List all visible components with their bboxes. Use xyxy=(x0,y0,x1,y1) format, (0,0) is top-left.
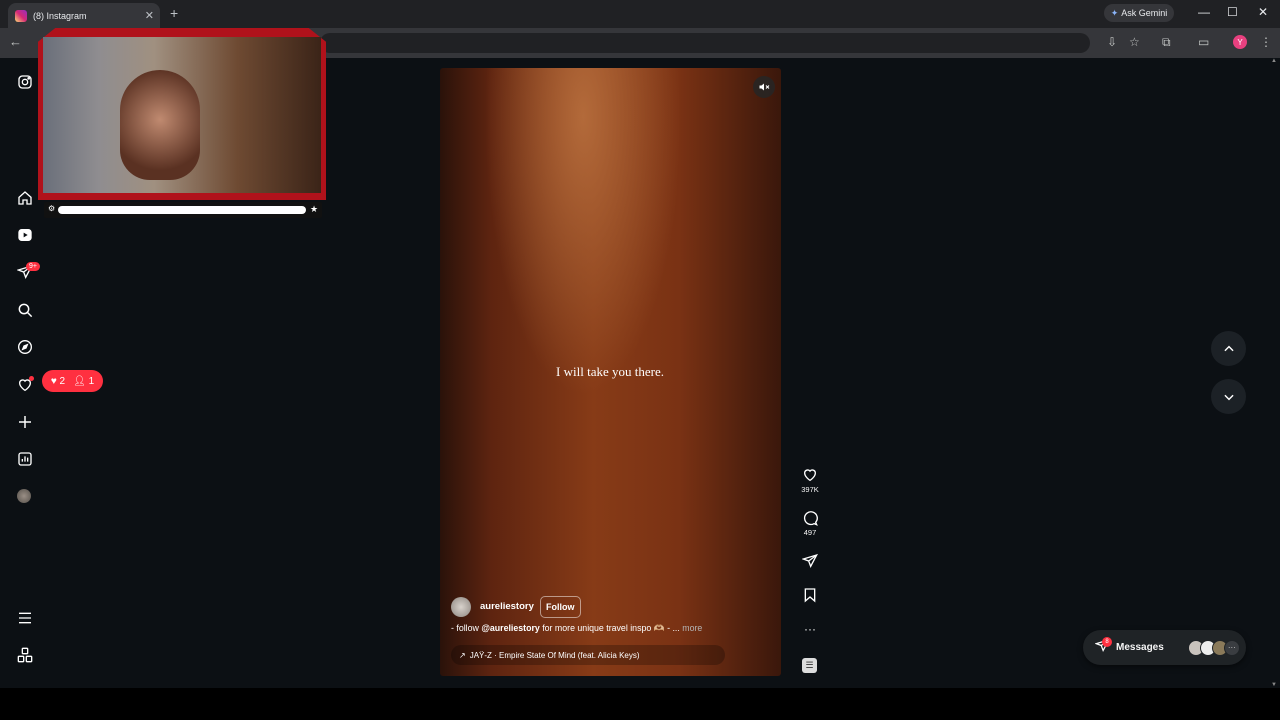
notification-dot xyxy=(29,376,34,381)
instagram-logo-icon[interactable] xyxy=(16,73,34,91)
next-reel-button[interactable] xyxy=(1211,379,1246,414)
create-plus-icon[interactable] xyxy=(16,413,34,431)
audio-arrow-icon: ↗ xyxy=(459,650,466,660)
close-window-icon[interactable]: ✕ xyxy=(1258,5,1268,19)
share-icon xyxy=(802,553,818,568)
bookmark-star-icon[interactable]: ☆ xyxy=(1129,35,1140,49)
maximize-icon[interactable]: ☐ xyxy=(1227,5,1238,19)
dashboard-icon[interactable] xyxy=(16,450,34,468)
profile-avatar-nav[interactable] xyxy=(17,489,31,503)
audio-note-icon: ☰ xyxy=(805,660,814,670)
chevron-up-icon xyxy=(1223,345,1234,351)
address-bar[interactable] xyxy=(320,33,1090,53)
messages-dock[interactable]: Messages ··· xyxy=(1083,630,1246,665)
author-username[interactable]: aureliestory xyxy=(480,601,534,612)
also-from-meta-icon[interactable] xyxy=(16,646,34,664)
frame-star-icon: ★ xyxy=(310,204,319,214)
heart-icon xyxy=(803,469,817,482)
taskbar-area xyxy=(0,688,1280,720)
frame-emblem-icon: ⚙ xyxy=(48,204,56,213)
like-activity: ♥ 2 xyxy=(51,376,65,387)
reel-overlay-text: I will take you there. xyxy=(556,364,664,379)
like-action[interactable]: 397K xyxy=(796,467,824,494)
more-menu-icon[interactable] xyxy=(16,609,34,627)
heart-filled-icon: ♥ xyxy=(50,375,57,387)
side-panel-icon[interactable]: ▭ xyxy=(1198,35,1209,49)
follow-button[interactable]: Follow xyxy=(540,596,581,618)
back-arrow-icon[interactable]: ← xyxy=(9,34,22,49)
share-action[interactable] xyxy=(796,553,824,571)
search-icon[interactable] xyxy=(16,301,34,319)
messages-count-badge: 9+ xyxy=(26,262,40,271)
install-app-icon[interactable]: ⇩ xyxy=(1107,35,1117,49)
more-link[interactable]: more xyxy=(682,623,702,633)
home-icon[interactable] xyxy=(16,189,34,207)
minimize-icon[interactable]: — xyxy=(1198,5,1210,19)
previous-reel-button[interactable] xyxy=(1211,331,1246,366)
close-tab-icon[interactable]: ✕ xyxy=(145,9,154,22)
author-avatar[interactable] xyxy=(451,597,471,617)
more-chats-icon: ··· xyxy=(1223,639,1240,656)
profile-avatar[interactable]: Y xyxy=(1233,35,1247,49)
webcam-frame-stripe xyxy=(58,206,306,214)
reel-description: - follow @aureliestory for more unique t… xyxy=(451,623,702,634)
description-prefix: - follow xyxy=(451,623,482,633)
messages-label: Messages xyxy=(1116,642,1164,653)
comment-icon xyxy=(803,511,818,526)
comment-count-label: 497 xyxy=(803,528,817,537)
chrome-menu-icon[interactable]: ⋮ xyxy=(1260,35,1272,49)
ask-gemini-button[interactable]: ✦ Ask Gemini xyxy=(1104,4,1174,22)
browser-tab[interactable]: (8) Instagram ✕ xyxy=(8,3,160,28)
audio-thumbnail[interactable]: ☰ xyxy=(802,658,817,673)
browser-tab-bar xyxy=(0,0,1280,28)
audio-track-link[interactable]: ↗ JAŸ-Z · Empire State Of Mind (feat. Al… xyxy=(451,645,725,665)
person-icon: 👤︎ xyxy=(73,375,86,387)
webcam-person xyxy=(120,70,200,180)
explore-compass-icon[interactable] xyxy=(16,338,34,356)
page-scrollbar[interactable]: ▲ ▼ xyxy=(1268,58,1280,688)
muted-speaker-icon[interactable] xyxy=(753,76,775,98)
instagram-favicon-icon xyxy=(15,9,27,22)
new-tab-button[interactable]: + xyxy=(170,5,178,21)
reels-icon[interactable] xyxy=(16,226,34,244)
more-options-icon[interactable]: ··· xyxy=(796,622,824,636)
follow-count: 1 xyxy=(88,375,95,387)
messages-badge: 8 xyxy=(1102,637,1112,647)
like-count: 2 xyxy=(59,375,66,387)
scroll-up-icon[interactable]: ▲ xyxy=(1268,58,1280,64)
comment-action[interactable]: 497 xyxy=(796,510,824,537)
chevron-down-icon xyxy=(1223,394,1234,400)
description-mention[interactable]: @aureliestory xyxy=(481,623,539,633)
follow-activity: 👤︎ 1 xyxy=(73,376,94,387)
bookmark-icon xyxy=(804,588,816,603)
gemini-icon: ✦ xyxy=(1110,7,1119,18)
tab-title: (8) Instagram xyxy=(33,10,87,21)
save-action[interactable] xyxy=(796,587,824,605)
audio-track-name: JAŸ-Z · Empire State Of Mind (feat. Alic… xyxy=(469,650,640,660)
extensions-icon[interactable]: ⧉ xyxy=(1162,35,1171,50)
description-suffix: for more unique travel inspo 🫶🏼 - ... xyxy=(539,623,680,633)
ask-gemini-label: Ask Gemini xyxy=(1121,8,1168,18)
like-count-label: 397K xyxy=(801,485,819,494)
activity-popup[interactable]: ♥ 2 👤︎ 1 xyxy=(42,370,103,392)
